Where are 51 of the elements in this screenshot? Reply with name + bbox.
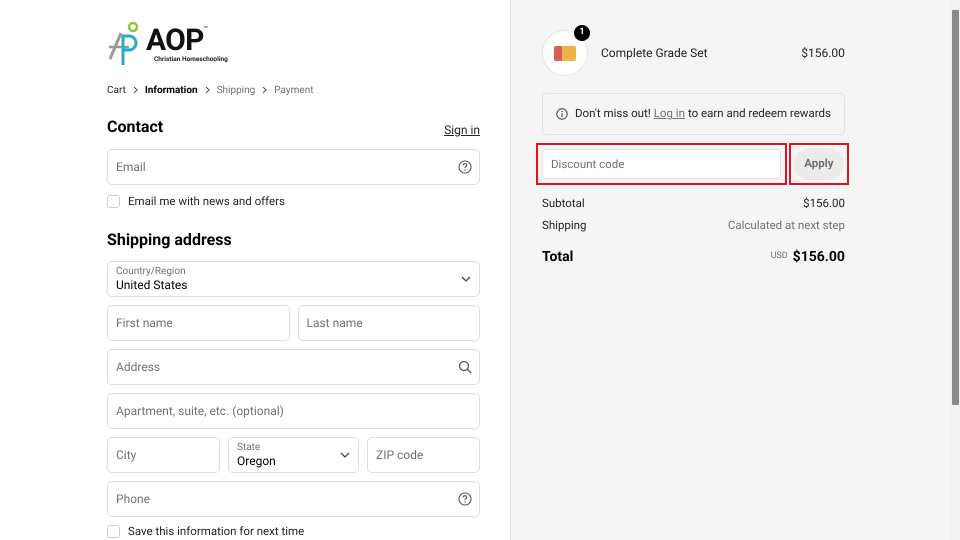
summary-label: Shipping [542,217,586,234]
chevron-right-icon [132,86,138,94]
breadcrumb-link[interactable]: Cart [107,82,126,98]
total-amount: $156.00 [792,248,845,266]
field-label: Country/Region [116,266,187,277]
sign-in-link[interactable]: Sign in [444,120,480,138]
help-icon [458,160,472,174]
chevron-down-icon [340,452,350,458]
checkbox-label: Email me with news and offers [128,192,285,210]
select-field[interactable]: Country/Region United States [107,260,480,297]
notice-text: to earn and redeem rewards [688,105,831,122]
input-field[interactable]: ZIP code [367,436,480,473]
summary-label: Subtotal [542,195,585,212]
log-in-link[interactable]: Log in [654,105,685,123]
input-field[interactable]: Phone [107,480,480,517]
field-value: Oregon [237,454,276,467]
search-icon [458,360,472,374]
summary-value: $156.00 [803,195,845,212]
chevron-down-icon [461,276,471,282]
currency-code: USD [770,250,788,264]
chevron-right-icon [204,86,210,94]
field-label: State [237,442,262,453]
checkbox[interactable] [107,194,120,208]
input-field[interactable]: Address [107,348,480,385]
checkbox[interactable] [107,524,120,538]
field-value: United States [116,278,188,291]
product-price: $156.00 [801,45,845,62]
breadcrumb-link[interactable]: Information [144,82,198,98]
info-icon [556,108,568,120]
product-name: Complete Grade Set [601,45,709,62]
input-field[interactable]: Apartment, suite, etc. (optional) [107,392,480,429]
discount-code-field[interactable]: Discount code [542,149,781,179]
breadcrumb-link[interactable]: Payment [274,82,314,98]
section-heading: Contact [107,116,164,138]
summary-value: Calculated at next step [728,217,845,234]
breadcrumb-link[interactable]: Shipping [216,82,256,98]
notice-text: Don't miss out! [575,105,651,122]
apply-button[interactable]: Apply [794,148,844,180]
input-field[interactable]: Email [107,148,480,184]
select-field[interactable]: State Oregon [228,436,359,473]
quantity-badge: 1 [574,25,590,41]
input-field[interactable]: City [107,436,220,473]
help-icon [458,492,472,506]
chevron-right-icon [262,86,268,94]
section-heading: Shipping address [107,228,233,251]
logo-name: AOP [146,26,204,56]
total-label: Total [542,248,574,266]
input-field[interactable]: Last name [298,304,480,341]
checkbox-label: Save this information for next time [128,522,304,540]
input-field[interactable]: First name [107,304,290,341]
product-photo-placeholder [554,46,576,60]
